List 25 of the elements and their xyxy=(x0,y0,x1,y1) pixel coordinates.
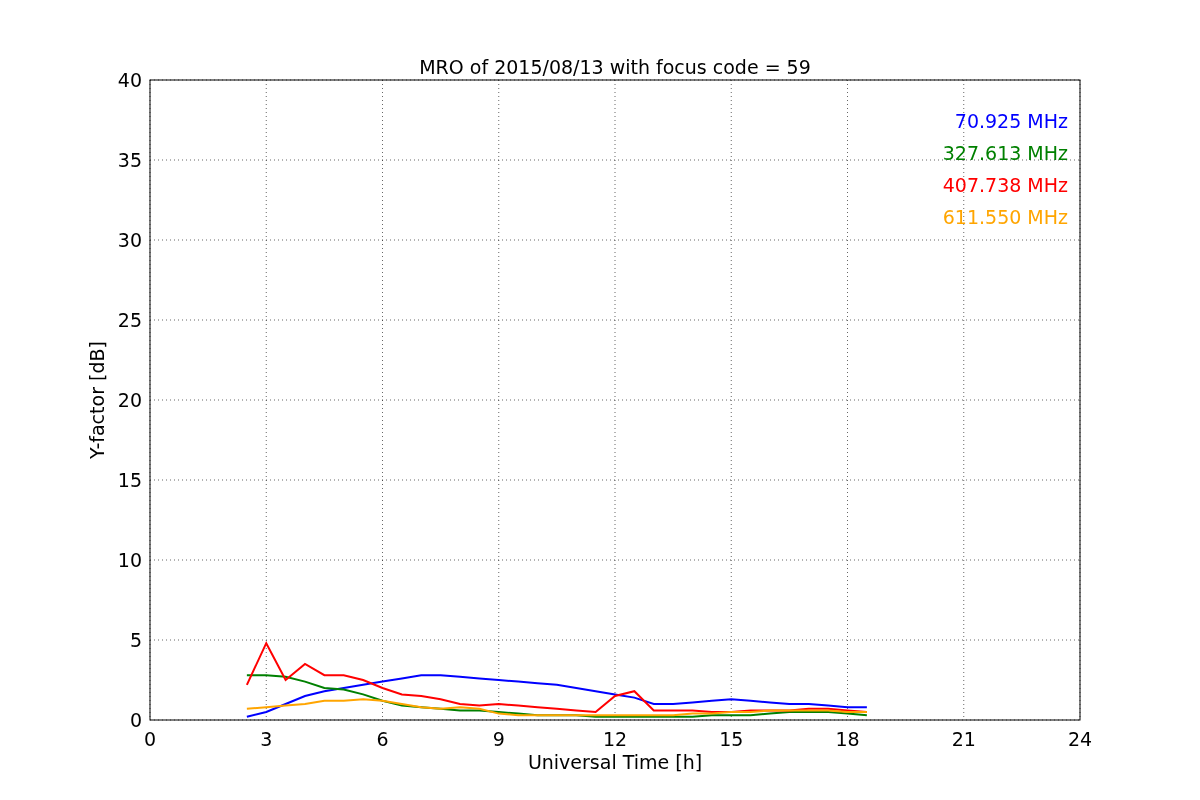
x-tick-label: 15 xyxy=(719,728,744,750)
x-axis-label: Universal Time [h] xyxy=(527,751,703,773)
x-tick-label: 18 xyxy=(835,728,860,750)
y-tick-label: 0 xyxy=(129,709,142,731)
legend-label: 327.613 MHz xyxy=(942,142,1068,164)
y-tick-label: 35 xyxy=(117,149,142,171)
chart-title: MRO of 2015/08/13 with focus code = 59 xyxy=(419,56,811,78)
y-tick-label: 10 xyxy=(117,549,142,571)
legend-label: 611.550 MHz xyxy=(942,206,1068,228)
legend-label: 407.738 MHz xyxy=(942,174,1068,196)
y-tick-label: 15 xyxy=(117,469,142,491)
y-tick-label: 40 xyxy=(117,69,142,91)
x-tick-label: 0 xyxy=(143,728,157,750)
y-tick-label: 5 xyxy=(129,629,142,651)
x-tick-label: 12 xyxy=(602,728,628,750)
y-tick-label: 30 xyxy=(117,229,142,251)
y-axis-label: Y-factor [dB] xyxy=(86,341,108,459)
x-tick-label: 3 xyxy=(260,728,273,750)
x-tick-label: 24 xyxy=(1067,728,1093,750)
x-tick-label: 6 xyxy=(376,728,389,750)
y-tick-label: 20 xyxy=(117,389,142,411)
x-tick-label: 9 xyxy=(492,728,505,750)
legend-label: 70.925 MHz xyxy=(954,110,1068,132)
y-tick-label: 25 xyxy=(117,309,142,331)
x-tick-label: 21 xyxy=(951,728,976,750)
